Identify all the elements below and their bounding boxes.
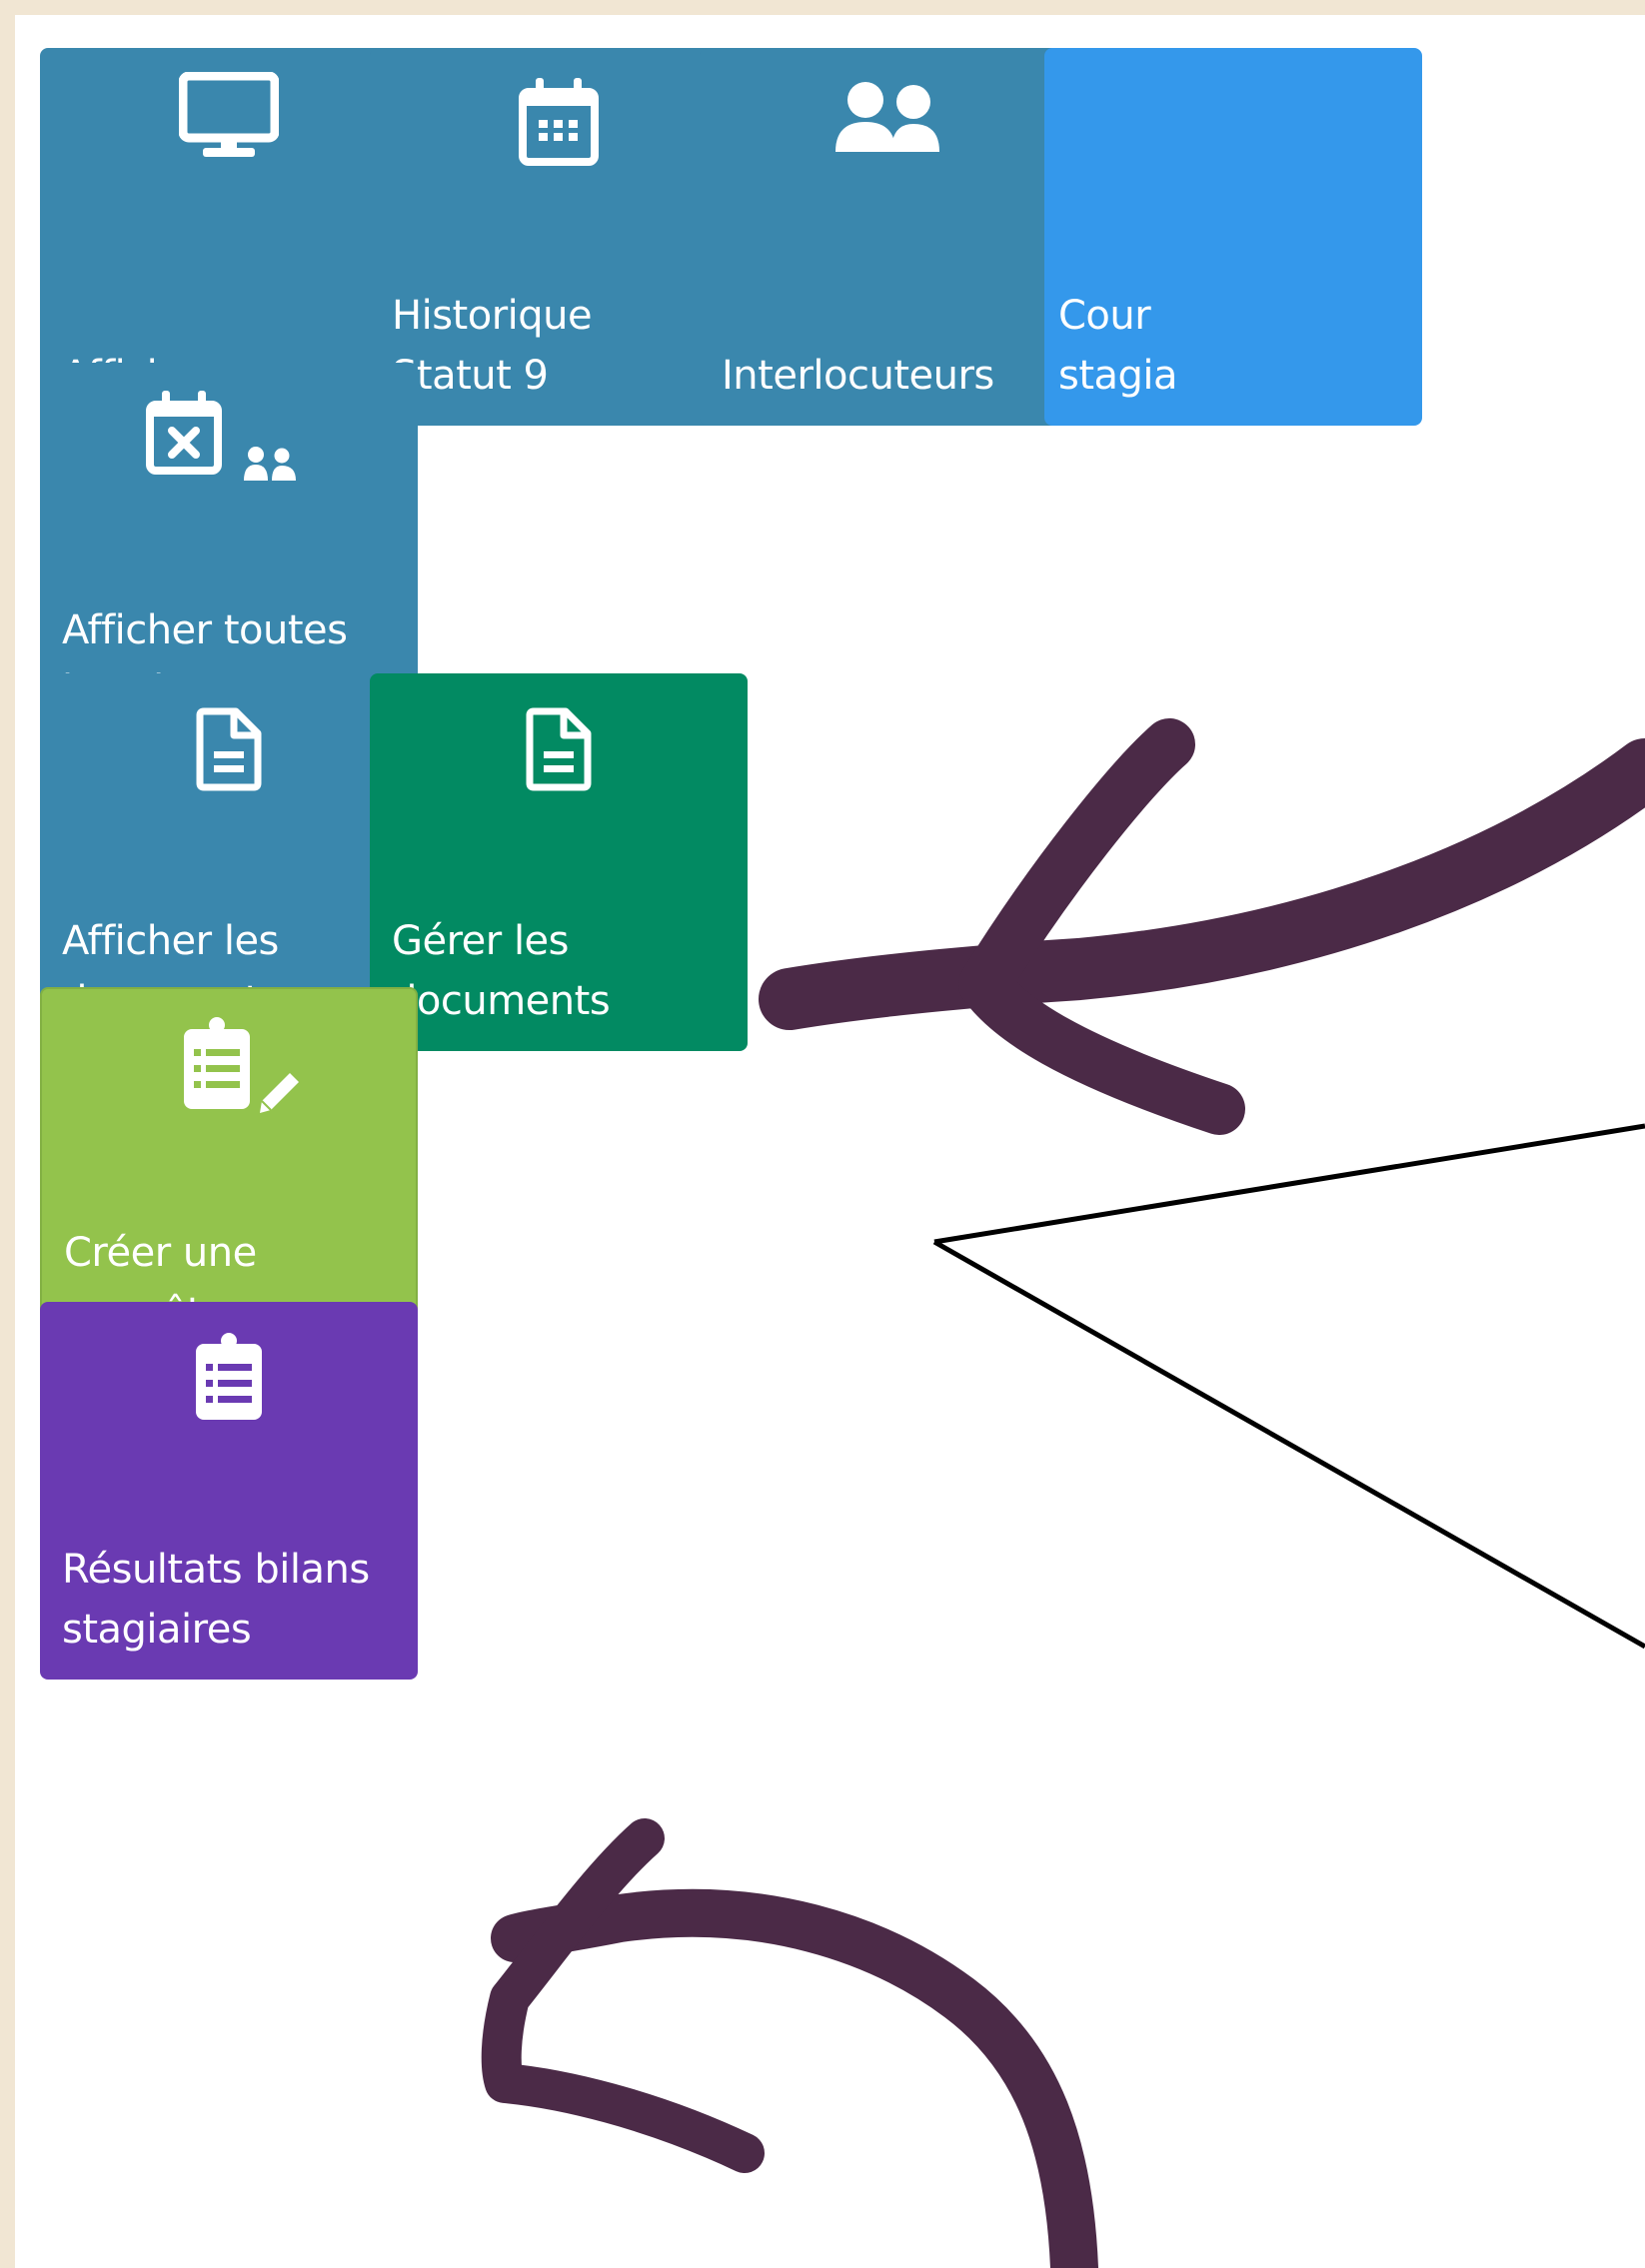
clipboard-pencil-icon (42, 1015, 416, 1115)
calendar-x-users-icon (40, 391, 418, 486)
tile-courrier-stagiaires[interactable]: Cour stagia (1044, 48, 1422, 426)
tile-label: Résultats bilans stagiaires (62, 1547, 370, 1653)
tile-label: Interlocuteurs (722, 353, 994, 399)
tile-historique-statut[interactable]: Historique Statut 9 (370, 48, 748, 426)
tile-resultats-bilans[interactable]: Résultats bilans stagiaires (40, 1302, 418, 1680)
tile-label: Gérer les documents (392, 918, 611, 1024)
calendar-icon (370, 78, 748, 166)
clipboard-list-icon (40, 1332, 418, 1422)
tile-gerer-documents[interactable]: Gérer les documents (370, 673, 748, 1051)
tile-panel: Afficher Historique Statut 9 (15, 15, 1645, 2268)
tile-label: Historique Statut 9 (392, 293, 593, 399)
monitor-icon (40, 72, 418, 162)
tile-label: Cour stagia (1058, 293, 1178, 399)
document-icon (370, 707, 748, 791)
document-icon (40, 707, 418, 791)
users-icon (700, 80, 1077, 155)
tile-interlocuteurs[interactable]: Interlocuteurs (700, 48, 1077, 426)
